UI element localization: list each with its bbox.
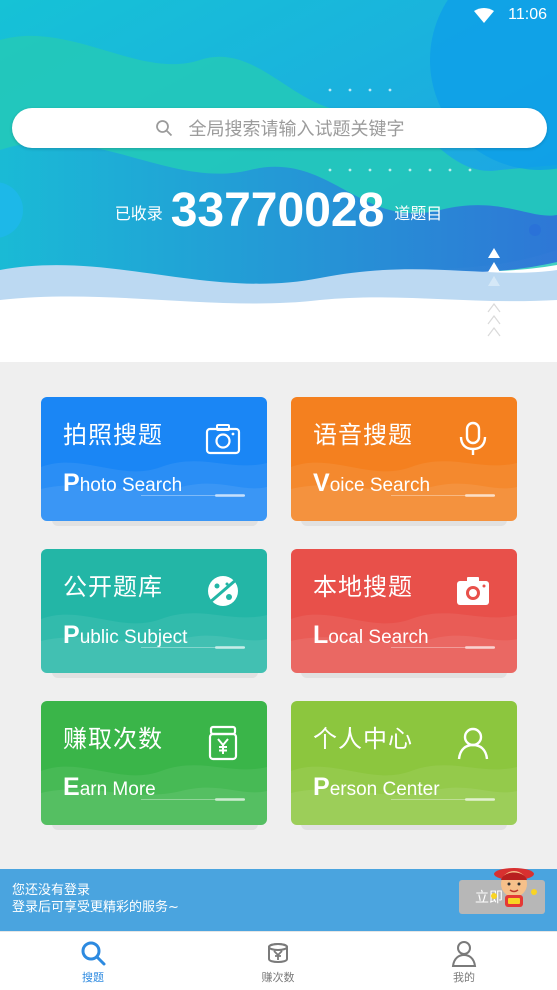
counter-suffix: 道题目	[394, 204, 443, 223]
card-title: 个人中心	[313, 725, 413, 753]
question-counter: 已收录 33770028 道题目	[0, 182, 557, 238]
card-title: 语音搜题	[313, 421, 413, 449]
bottom-navigation: 搜题 赚次数 我的	[0, 931, 557, 990]
wifi-icon	[474, 8, 494, 23]
planet-icon	[208, 576, 238, 606]
card-subtitle: Earn More	[63, 773, 156, 801]
login-benefit-text: 登录后可享受更精彩的服务~	[12, 900, 179, 915]
scroll-up-arrows-icon	[487, 248, 501, 337]
card-underline-dash	[465, 646, 495, 649]
earn-more-card[interactable]: 赚取次数 Earn More	[41, 701, 267, 825]
voice-search-card[interactable]: 语音搜题 Voice Search	[291, 397, 517, 521]
card-underline-dash	[215, 646, 245, 649]
yen-jar-icon	[208, 725, 238, 761]
card-subtitle: Photo Search	[63, 469, 183, 497]
counter-prefix: 已收录	[114, 204, 163, 223]
hero-header: 11:06 全局搜索请输入试题关键字 已收录 33770028 道题目	[0, 0, 557, 362]
login-prompt-bar: 您还没有登录 登录后可享受更精彩的服务~ 立即	[0, 869, 557, 931]
card-underline-dash	[215, 494, 245, 497]
nav-earn-tab[interactable]: 赚次数	[218, 932, 338, 990]
microphone-icon	[459, 421, 487, 455]
card-title: 公开题库	[63, 573, 163, 601]
coin-icon	[268, 943, 288, 963]
nav-label: 搜题	[82, 971, 104, 984]
card-subtitle: Local Search	[313, 621, 429, 649]
card-title: 拍照搜题	[63, 421, 163, 449]
card-underline-dash	[465, 798, 495, 801]
status-time: 11:06	[508, 6, 547, 23]
card-subtitle: Person Center	[313, 773, 440, 801]
search-icon	[81, 941, 106, 966]
nav-search-tab[interactable]: 搜题	[33, 932, 153, 990]
card-title: 本地搜题	[313, 573, 413, 601]
counter-value: 33770028	[170, 183, 385, 237]
user-icon	[451, 941, 477, 967]
camera-outline-icon	[205, 424, 241, 455]
hero-background	[0, 0, 557, 362]
card-subtitle: Public Subject	[63, 621, 188, 649]
search-placeholder: 全局搜索请输入试题关键字	[188, 119, 405, 140]
status-bar: 11:06	[0, 0, 557, 30]
photo-search-card[interactable]: 拍照搜题 Photo Search	[41, 397, 267, 521]
search-icon	[155, 120, 172, 137]
search-input[interactable]: 全局搜索请输入试题关键字	[12, 108, 547, 148]
card-underline-dash	[465, 494, 495, 497]
card-title: 赚取次数	[63, 725, 163, 753]
public-subject-card[interactable]: 公开题库 Public Subject	[41, 549, 267, 673]
person-center-card[interactable]: 个人中心 Person Center	[291, 701, 517, 825]
local-search-card[interactable]: 本地搜题 Local Search	[291, 549, 517, 673]
nav-label: 赚次数	[261, 971, 295, 984]
card-subtitle: Voice Search	[313, 469, 431, 497]
nav-label: 我的	[453, 971, 475, 984]
card-underline-dash	[215, 798, 245, 801]
person-icon	[457, 727, 489, 760]
mascot-icon	[491, 868, 537, 907]
nav-profile-tab[interactable]: 我的	[404, 932, 524, 990]
camera-filled-icon	[457, 577, 489, 605]
